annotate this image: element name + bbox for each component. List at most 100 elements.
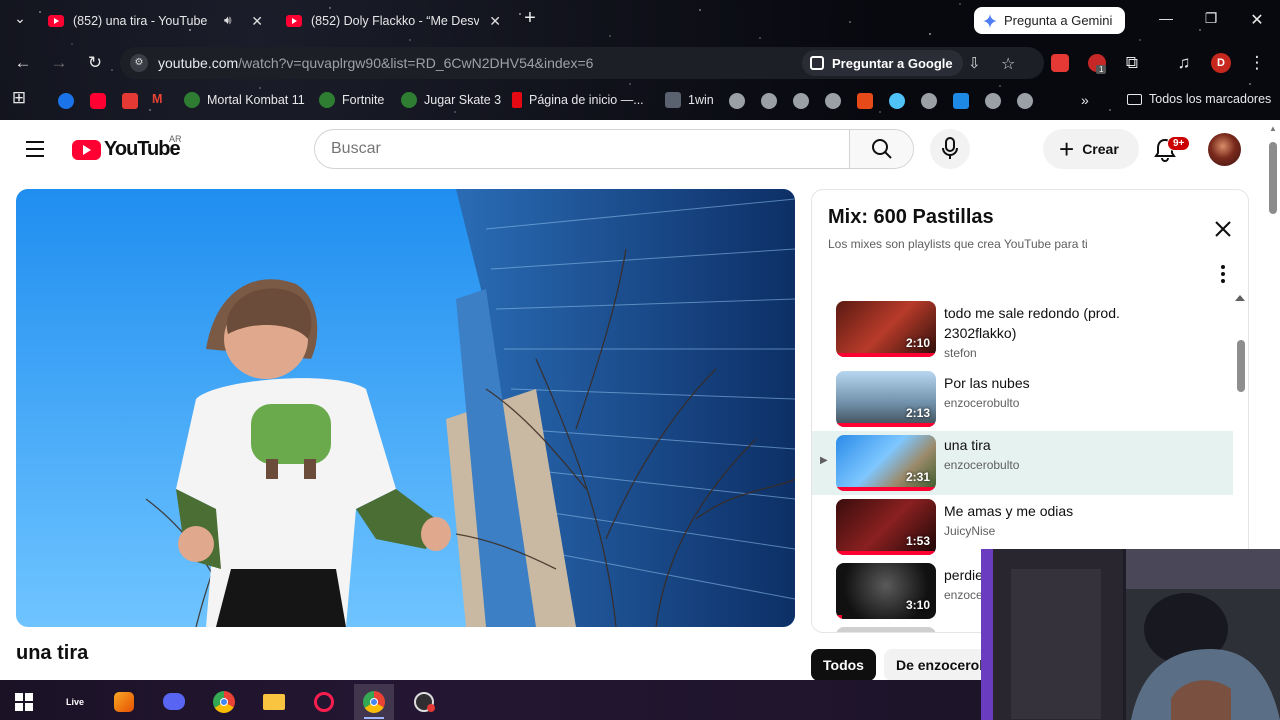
xbox-icon bbox=[401, 92, 417, 108]
bookmark-skate[interactable]: Jugar Skate 3 bbox=[401, 92, 501, 108]
search-button[interactable] bbox=[849, 130, 913, 168]
taskbar-opera-gx[interactable] bbox=[304, 684, 344, 720]
tab-title: (852) Doly Flackko - “Me Desve bbox=[311, 14, 479, 28]
bookmark-download-icon[interactable] bbox=[122, 93, 138, 109]
taskbar-fl-studio[interactable] bbox=[104, 684, 144, 720]
install-app-icon[interactable]: ⇩ bbox=[968, 54, 981, 72]
close-tab-icon[interactable]: ✕ bbox=[251, 13, 263, 30]
bookmark-1win[interactable]: 1win bbox=[665, 92, 714, 108]
tab-youtube-una-tira[interactable]: (852) una tira - YouTube 🔊︎ ✕ bbox=[48, 6, 263, 36]
bookmark-fortnite[interactable]: Fortnite bbox=[319, 92, 384, 108]
user-avatar[interactable] bbox=[1208, 133, 1241, 166]
webcam-overlay bbox=[981, 549, 1280, 720]
extensions-puzzle-icon[interactable]: ⧉ bbox=[1121, 52, 1143, 74]
playlist-item-title: Me amas y me odias bbox=[944, 503, 1074, 519]
globe-icon[interactable] bbox=[921, 93, 937, 109]
globe-icon[interactable] bbox=[985, 93, 1001, 109]
hamburger-menu-icon[interactable] bbox=[26, 141, 44, 162]
bookmark-gmail-icon[interactable]: M bbox=[152, 92, 162, 106]
playlist-title[interactable]: Mix: 600 Pastillas bbox=[828, 206, 994, 229]
active-window-indicator bbox=[364, 717, 384, 719]
microphone-icon bbox=[942, 137, 958, 159]
create-button[interactable]: + Crear bbox=[1043, 129, 1139, 169]
bookmark-netflix[interactable]: Página de inicio —... bbox=[512, 92, 644, 108]
recording-dot-icon bbox=[427, 704, 435, 712]
video-thumbnail: 2:10 bbox=[836, 301, 936, 357]
menu-dots-icon[interactable]: ⋮ bbox=[1246, 52, 1268, 74]
ask-google-label: Preguntar a Google bbox=[832, 55, 953, 71]
video-frame bbox=[16, 189, 795, 627]
bookmark-star-icon[interactable]: ☆ bbox=[1001, 54, 1015, 74]
taskbar-chrome[interactable] bbox=[204, 684, 244, 720]
video-thumbnail: 1:53 bbox=[836, 499, 936, 555]
globe-icon[interactable] bbox=[793, 93, 809, 109]
close-playlist-icon[interactable] bbox=[1212, 218, 1234, 240]
new-tab-icon[interactable]: + bbox=[520, 7, 540, 30]
youtube-favicon-icon bbox=[48, 15, 64, 27]
chip-all[interactable]: Todos bbox=[811, 649, 876, 681]
search-input[interactable] bbox=[315, 130, 851, 168]
windows-start-button[interactable] bbox=[4, 684, 44, 720]
playlist-scroll-up-icon[interactable] bbox=[1235, 295, 1245, 301]
playlist-more-options-icon[interactable] bbox=[1216, 264, 1230, 284]
folder-icon bbox=[263, 694, 285, 710]
extension-red-icon[interactable] bbox=[1051, 54, 1069, 72]
1win-icon bbox=[665, 92, 681, 108]
ask-google-button[interactable]: Preguntar a Google bbox=[802, 50, 963, 76]
taskbar-chrome-active[interactable] bbox=[354, 684, 394, 720]
playlist-item[interactable]: 2:10 todo me sale redondo (prod. 2302fla… bbox=[812, 299, 1233, 363]
site-info-icon[interactable]: ⚙ bbox=[130, 54, 148, 72]
live-label: Live bbox=[66, 697, 85, 707]
voice-search-button[interactable] bbox=[930, 129, 970, 169]
playlist-item-now-playing[interactable]: ▶ 2:31 una tira enzocerobulto bbox=[812, 431, 1233, 495]
bookmark-shop-icon[interactable] bbox=[953, 93, 969, 109]
bookmark-mortal-kombat[interactable]: Mortal Kombat 11 bbox=[184, 92, 305, 108]
media-controls-icon[interactable]: ♫ bbox=[1173, 52, 1195, 74]
bookmarks-bar: ⊞ M Mortal Kombat 11 Fortnite Jugar Skat… bbox=[0, 86, 1280, 114]
tab-youtube-doly-flackko[interactable]: (852) Doly Flackko - “Me Desve ✕ bbox=[286, 6, 501, 36]
duration-label: 3:10 bbox=[905, 598, 930, 612]
globe-icon[interactable] bbox=[825, 93, 841, 109]
video-thumbnail bbox=[836, 627, 936, 632]
bookmark-orange-icon[interactable] bbox=[857, 93, 873, 109]
gemini-button[interactable]: Pregunta a Gemini bbox=[974, 7, 1125, 34]
address-url[interactable]: youtube.com/watch?v=quvaplrgw90&list=RD_… bbox=[158, 55, 593, 71]
reload-icon[interactable]: ↻ bbox=[84, 52, 106, 74]
apps-grid-icon[interactable]: ⊞ bbox=[8, 87, 30, 109]
page-scrollbar-thumb[interactable] bbox=[1269, 142, 1277, 214]
browser-chrome: ⌄ (852) una tira - YouTube 🔊︎ ✕ (852) Do… bbox=[0, 0, 1280, 120]
taskbar-discord[interactable] bbox=[154, 684, 194, 720]
video-thumbnail: 3:10 bbox=[836, 563, 936, 619]
close-window-icon[interactable]: ✕ bbox=[1247, 10, 1267, 30]
minimize-window-icon[interactable]: — bbox=[1156, 10, 1176, 26]
youtube-logo[interactable]: YouTube AR bbox=[72, 134, 182, 161]
back-arrow-icon[interactable]: ← bbox=[12, 52, 34, 74]
more-bookmarks-chevron-icon[interactable]: » bbox=[1081, 92, 1089, 108]
fl-studio-icon bbox=[114, 692, 134, 712]
audio-playing-icon[interactable]: 🔊︎ bbox=[224, 13, 232, 28]
video-player[interactable] bbox=[16, 189, 795, 627]
bookmark-youtube-icon[interactable] bbox=[90, 93, 106, 109]
all-bookmarks-folder[interactable]: Todos los marcadores bbox=[1127, 92, 1271, 106]
bookmark-blue-icon[interactable] bbox=[889, 93, 905, 109]
forward-arrow-icon[interactable]: → bbox=[48, 52, 70, 74]
close-tab-icon[interactable]: ✕ bbox=[489, 13, 501, 30]
taskbar-live-app[interactable]: Live bbox=[54, 684, 94, 720]
scroll-up-icon[interactable]: ▲ bbox=[1269, 124, 1277, 133]
playlist-item[interactable]: 2:13 Por las nubes enzocerobulto bbox=[812, 369, 1233, 433]
playlist-scrollbar-thumb[interactable] bbox=[1237, 340, 1245, 392]
globe-icon[interactable] bbox=[1017, 93, 1033, 109]
taskbar-obs[interactable] bbox=[404, 684, 444, 720]
globe-icon[interactable] bbox=[729, 93, 745, 109]
folder-icon bbox=[1127, 93, 1142, 105]
restore-window-icon[interactable]: ❐ bbox=[1201, 10, 1221, 27]
duration-label: 2:31 bbox=[905, 470, 930, 484]
bookmark-icon-1[interactable] bbox=[58, 93, 74, 109]
profile-avatar[interactable]: D bbox=[1211, 53, 1231, 73]
playlist-item-title: todo me sale redondo (prod. 2302flakko) bbox=[944, 305, 1120, 341]
tab-search-chevron-icon[interactable]: ⌄ bbox=[10, 10, 30, 27]
video-thumbnail: 2:13 bbox=[836, 371, 936, 427]
globe-icon[interactable] bbox=[761, 93, 777, 109]
taskbar-file-explorer[interactable] bbox=[254, 684, 294, 720]
address-bar[interactable]: ⚙ youtube.com/watch?v=quvaplrgw90&list=R… bbox=[120, 47, 1044, 79]
